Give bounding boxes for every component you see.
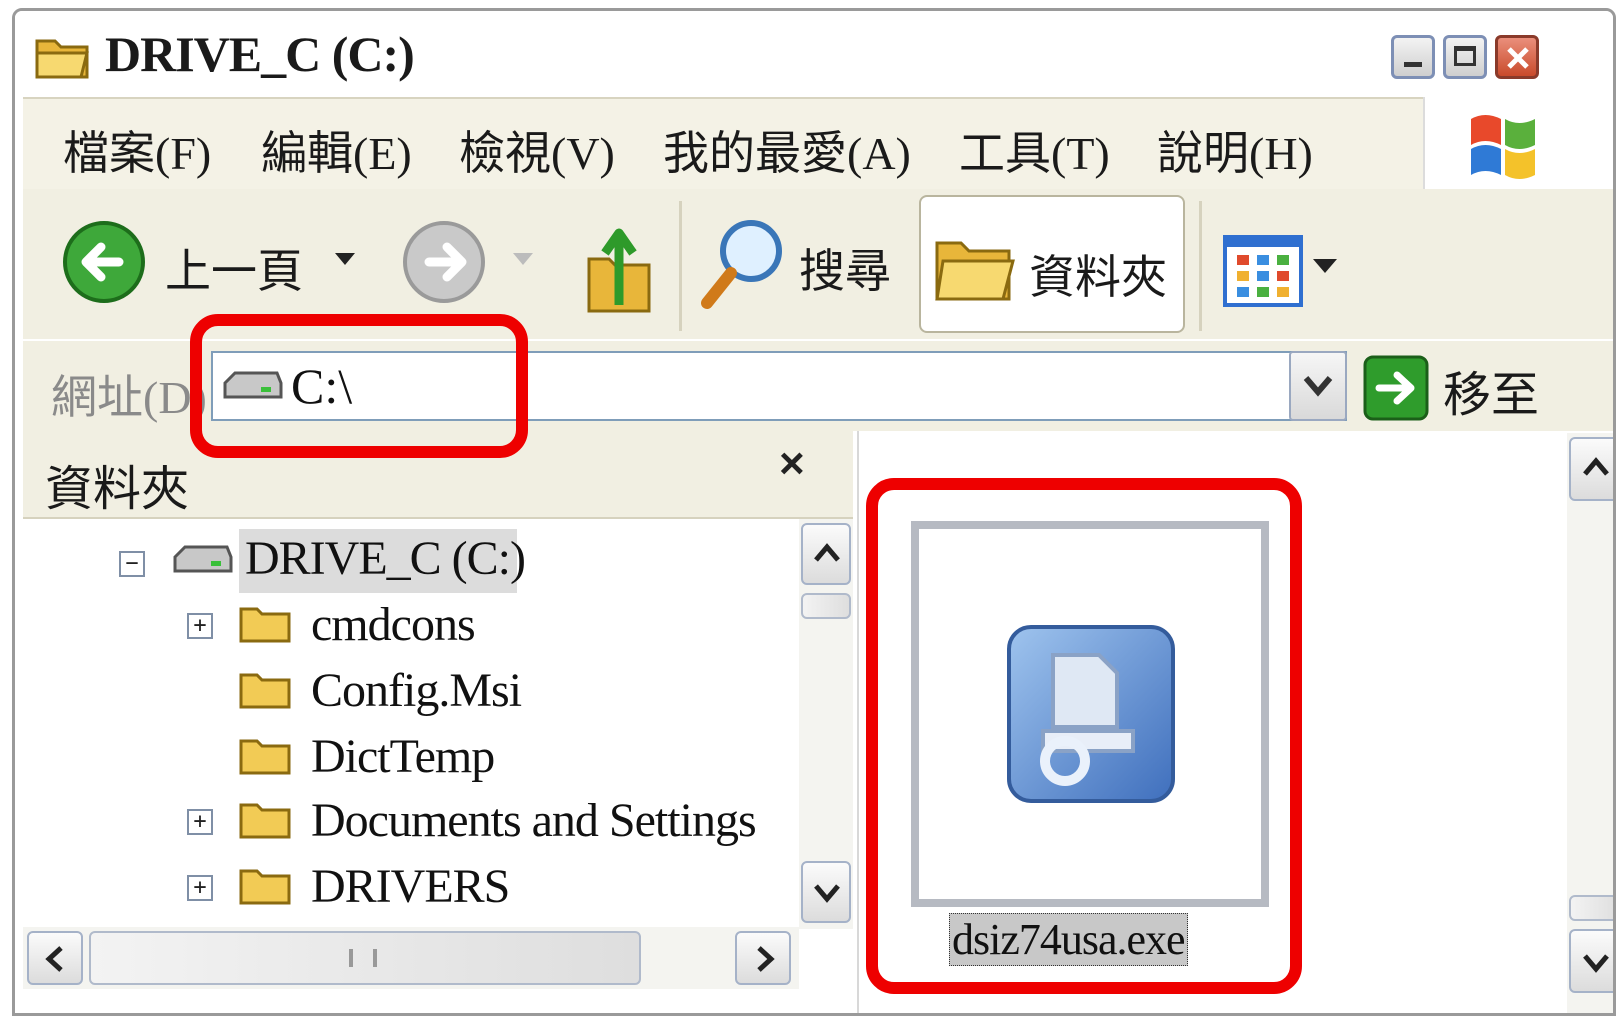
search-icon	[701, 220, 782, 309]
folders-button[interactable]: 資料夾	[919, 195, 1185, 333]
chevron-down-icon	[1583, 954, 1609, 973]
collapse-expander[interactable]: −	[119, 551, 145, 577]
minimize-button[interactable]	[1391, 35, 1435, 79]
explorer-window: DRIVE_C (C:) 檔案(F) 編輯(E) 檢視(V) 我的最愛(A) 工…	[12, 8, 1616, 1016]
back-arrow-icon	[63, 221, 145, 303]
scroll-right-button[interactable]	[735, 931, 791, 985]
tree-item[interactable]: DRIVERS	[311, 859, 510, 914]
search-label: 搜尋	[799, 246, 891, 297]
folder-icon	[239, 673, 291, 709]
back-label: 上一頁	[165, 246, 303, 297]
scroll-up-button[interactable]	[1569, 437, 1613, 501]
scroll-down-button[interactable]	[801, 861, 851, 923]
hard-drive-icon	[173, 545, 233, 573]
folder-icon	[239, 869, 291, 905]
chevron-right-icon	[757, 946, 775, 972]
menu-bar: 檔案(F) 編輯(E) 檢視(V) 我的最愛(A) 工具(T) 說明(H)	[23, 97, 1443, 191]
chevron-up-icon	[1583, 457, 1609, 476]
forward-button[interactable]	[401, 219, 551, 309]
file-highlight-box	[866, 478, 1302, 994]
window-title: DRIVE_C (C:)	[105, 26, 415, 82]
chevron-left-icon	[45, 946, 63, 972]
tree-item[interactable]: DictTemp	[311, 729, 495, 784]
search-button[interactable]: 搜尋	[699, 215, 899, 315]
back-button[interactable]: 上一頁	[61, 219, 361, 309]
up-folder-icon[interactable]	[583, 219, 657, 315]
files-vertical-scrollbar[interactable]	[1567, 433, 1613, 1013]
address-highlight-box	[190, 314, 528, 458]
folder-icon	[935, 241, 1015, 301]
dropdown-arrow-icon	[1313, 259, 1337, 273]
menu-help[interactable]: 說明(H)	[1157, 117, 1313, 183]
folder-pane-title: 資料夾	[45, 463, 190, 516]
dropdown-arrow-icon[interactable]	[513, 253, 533, 267]
folder-tree-pane: 資料夾 × − DRIVE_C (C:) + cmdcons Config.Ms…	[23, 431, 853, 1013]
tree-item[interactable]: Documents and Settings	[311, 793, 757, 848]
folder-icon	[239, 607, 291, 643]
chevron-down-icon	[1303, 376, 1333, 397]
folders-label: 資料夾	[1029, 252, 1167, 303]
expand-expander[interactable]: +	[187, 809, 213, 835]
tree-item-root-label: DRIVE_C (C:)	[245, 532, 526, 585]
views-button[interactable]	[1223, 235, 1343, 311]
address-label: 網址(D)	[51, 372, 207, 423]
go-arrow-icon	[1363, 355, 1429, 421]
folder-pane-close-button[interactable]: ×	[779, 439, 805, 489]
chevron-up-icon	[814, 543, 840, 562]
views-grid-icon	[1223, 235, 1303, 307]
scroll-thumb[interactable]	[1569, 895, 1613, 921]
title-bar[interactable]: DRIVE_C (C:)	[15, 11, 1613, 97]
tree-vertical-scrollbar[interactable]	[799, 519, 853, 929]
folder-icon	[239, 803, 291, 839]
maximize-button[interactable]	[1443, 35, 1487, 79]
scroll-thumb[interactable]	[89, 931, 641, 985]
menu-view[interactable]: 檢視(V)	[459, 117, 615, 183]
close-icon	[1507, 47, 1529, 69]
scroll-up-button[interactable]	[801, 523, 851, 585]
tree-item[interactable]: Config.Msi	[311, 663, 522, 718]
windows-logo-area	[1423, 97, 1613, 189]
scroll-left-button[interactable]	[27, 931, 83, 985]
forward-arrow-icon	[403, 221, 485, 303]
toolbar-separator	[1199, 201, 1202, 331]
tree-item[interactable]: cmdcons	[311, 597, 476, 652]
menu-tools[interactable]: 工具(T)	[959, 117, 1110, 183]
expand-expander[interactable]: +	[187, 875, 213, 901]
menu-edit[interactable]: 編輯(E)	[261, 117, 412, 183]
close-button[interactable]	[1495, 35, 1539, 79]
folder-icon	[35, 39, 89, 79]
dropdown-arrow-icon[interactable]	[335, 253, 355, 267]
expand-expander[interactable]: +	[187, 613, 213, 639]
tree-horizontal-scrollbar[interactable]	[23, 927, 799, 989]
address-dropdown-button[interactable]	[1289, 351, 1347, 421]
menu-file[interactable]: 檔案(F)	[63, 117, 211, 183]
folder-icon	[239, 739, 291, 775]
scroll-thumb[interactable]	[801, 593, 851, 619]
chevron-down-icon	[814, 884, 840, 903]
scroll-down-button[interactable]	[1569, 929, 1613, 993]
go-label[interactable]: 移至	[1443, 355, 1539, 425]
toolbar-separator	[679, 201, 682, 331]
windows-logo-icon	[1471, 115, 1535, 179]
menu-favorites[interactable]: 我的最愛(A)	[663, 117, 911, 183]
